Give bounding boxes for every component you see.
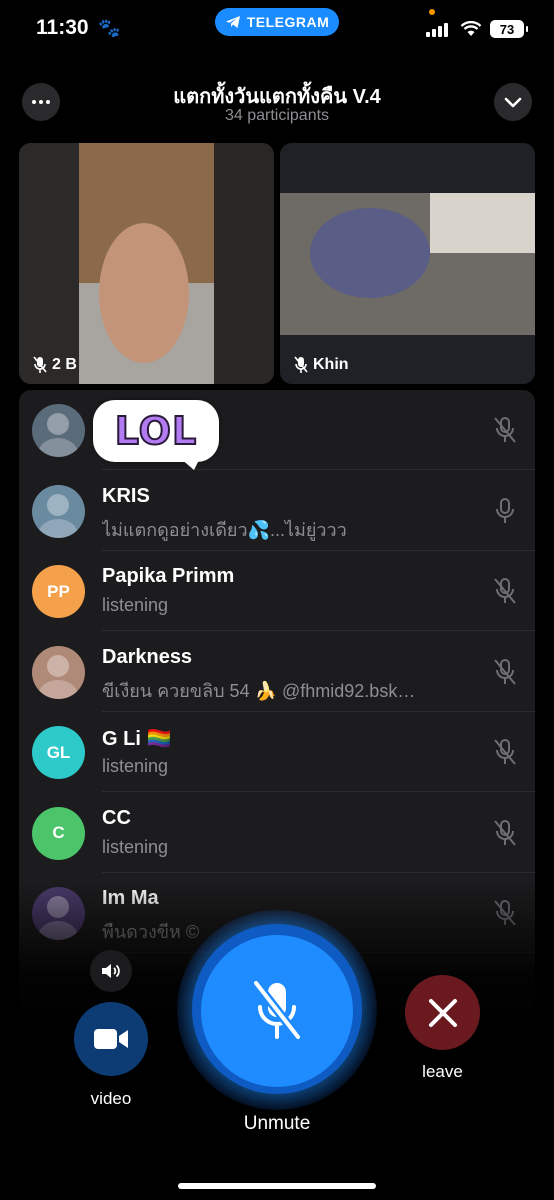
avatar-photo xyxy=(38,654,78,699)
mic-muted-icon xyxy=(294,356,308,373)
minimize-button[interactable] xyxy=(494,83,532,121)
avatar: PP xyxy=(32,565,85,618)
leave-label: leave xyxy=(422,1062,463,1081)
speaker-button[interactable] xyxy=(90,950,132,992)
participant-name: CC xyxy=(102,806,131,829)
mic-muted-icon xyxy=(494,739,516,765)
mic-status xyxy=(493,497,517,525)
participant-status: listening xyxy=(102,836,169,857)
mic-muted-icon xyxy=(494,417,516,443)
participant-status: ไม่แตกดูอย่างเดียว💦...ไม่ยู่ววว xyxy=(102,519,347,540)
mic-status xyxy=(493,738,517,766)
sticker-text: LOL xyxy=(114,408,198,454)
participant-name: KRIS xyxy=(102,484,150,507)
participants-count: 34 participants xyxy=(224,107,330,124)
pill-label: TELEGRAM xyxy=(246,14,330,30)
avatar-photo xyxy=(38,493,78,538)
leave-button[interactable] xyxy=(405,975,480,1050)
video-button[interactable] xyxy=(74,1002,148,1076)
avatar-initials: C xyxy=(52,823,65,842)
close-icon xyxy=(428,998,457,1027)
avatar xyxy=(32,404,85,457)
mic-status xyxy=(493,819,517,847)
video-tile-1[interactable]: 2 B xyxy=(19,143,274,384)
avatar-initials: GL xyxy=(46,742,71,762)
wifi-icon xyxy=(460,21,482,36)
mic-status xyxy=(493,416,517,444)
video-name: Khin xyxy=(313,356,349,373)
unmute-label: Unmute xyxy=(243,1113,311,1134)
avatar xyxy=(32,645,85,699)
video-feed xyxy=(280,143,535,384)
participant-row[interactable]: KRIS ไม่แตกดูอย่างเดียว💦...ไม่ยู่ววว xyxy=(19,471,535,551)
participant-status: ขีเงียน ควยขลิบ 54 🍌 @fhmid92.bsk… xyxy=(102,680,416,701)
battery-indicator: 73 xyxy=(490,20,528,38)
mic-off-icon xyxy=(252,980,302,1040)
participant-status: listening xyxy=(102,756,169,776)
avatar-photo xyxy=(38,413,78,457)
mic-muted-icon xyxy=(494,578,516,604)
video-tile-2[interactable]: Khin xyxy=(280,143,535,384)
video-label: video xyxy=(90,1089,132,1108)
cellular-signal-icon xyxy=(426,22,448,37)
mic-muted-icon xyxy=(494,819,516,846)
avatar xyxy=(32,484,85,538)
paw-icon: 🐾 xyxy=(98,18,121,38)
chevron-down-icon xyxy=(504,97,522,107)
mic-status xyxy=(493,577,517,605)
participant-row[interactable]: PP Papika Primm listening xyxy=(19,551,535,631)
participant-row[interactable]: Darkness ขีเงียน ควยขลิบ 54 🍌 @fhmid92.bs… xyxy=(19,632,535,712)
video-tile-label: 2 B xyxy=(33,356,77,374)
mic-status xyxy=(493,658,517,686)
participant-name: Papika Primm xyxy=(102,565,235,587)
avatar: GL xyxy=(32,726,85,779)
mic-icon xyxy=(496,497,514,523)
sticker-tail xyxy=(180,458,200,470)
avatar-initials: PP xyxy=(47,581,70,601)
video-tile-label: Khin xyxy=(294,356,349,374)
privacy-indicator xyxy=(429,9,435,15)
mic-muted-icon xyxy=(494,658,516,685)
participant-row[interactable]: C CC listening xyxy=(19,793,535,873)
avatar: C xyxy=(32,806,85,860)
participant-name: Darkness xyxy=(102,645,193,668)
video-name: 2 B xyxy=(52,356,77,373)
telegram-pill[interactable]: TELEGRAM xyxy=(215,8,339,36)
home-indicator xyxy=(178,1183,376,1189)
lol-sticker: LOL xyxy=(93,400,219,462)
speaker-icon xyxy=(102,964,120,978)
participant-row[interactable]: GL G Li 🏳️‍🌈 listening xyxy=(19,712,535,792)
mic-muted-icon xyxy=(33,356,47,373)
participant-status: listening xyxy=(102,595,169,615)
participant-name: G Li 🏳️‍🌈 xyxy=(102,728,172,750)
telegram-icon xyxy=(225,16,240,28)
status-time: 11:30 xyxy=(36,16,89,39)
video-camera-icon xyxy=(94,1029,128,1049)
video-feed xyxy=(19,143,274,384)
unmute-button[interactable] xyxy=(201,935,353,1087)
